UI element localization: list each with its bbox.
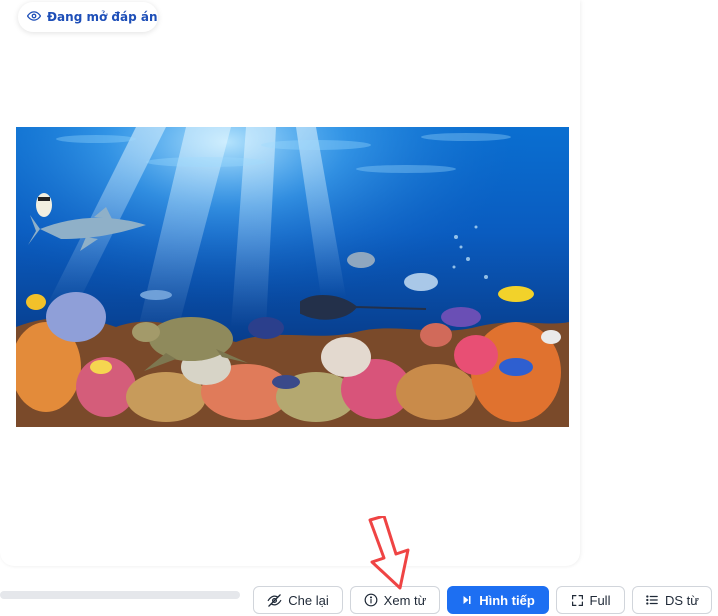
hide-button[interactable]: Che lại bbox=[253, 586, 343, 614]
fullscreen-icon bbox=[571, 594, 584, 607]
fullscreen-button[interactable]: Full bbox=[556, 586, 625, 614]
eye-icon bbox=[26, 9, 42, 26]
info-icon bbox=[364, 593, 378, 607]
answer-status-badge: Đang mở đáp án bbox=[18, 2, 158, 32]
fullscreen-button-label: Full bbox=[589, 592, 611, 608]
skip-next-icon bbox=[461, 594, 473, 606]
flashcard-panel: Đang mở đáp án bbox=[0, 0, 580, 566]
next-image-button-label: Hình tiếp bbox=[479, 592, 535, 608]
progress-bar bbox=[0, 591, 240, 599]
word-list-button-label: DS từ bbox=[665, 592, 699, 608]
hide-button-label: Che lại bbox=[288, 592, 329, 608]
word-list-button[interactable]: DS từ bbox=[632, 586, 712, 614]
answer-status-text: Đang mở đáp án bbox=[47, 10, 158, 24]
next-image-button[interactable]: Hình tiếp bbox=[447, 586, 549, 614]
view-word-button[interactable]: Xem từ bbox=[350, 586, 440, 614]
flashcard-image bbox=[16, 127, 569, 427]
view-word-button-label: Xem từ bbox=[383, 592, 427, 608]
eye-off-icon bbox=[267, 593, 282, 608]
list-icon bbox=[645, 593, 659, 607]
